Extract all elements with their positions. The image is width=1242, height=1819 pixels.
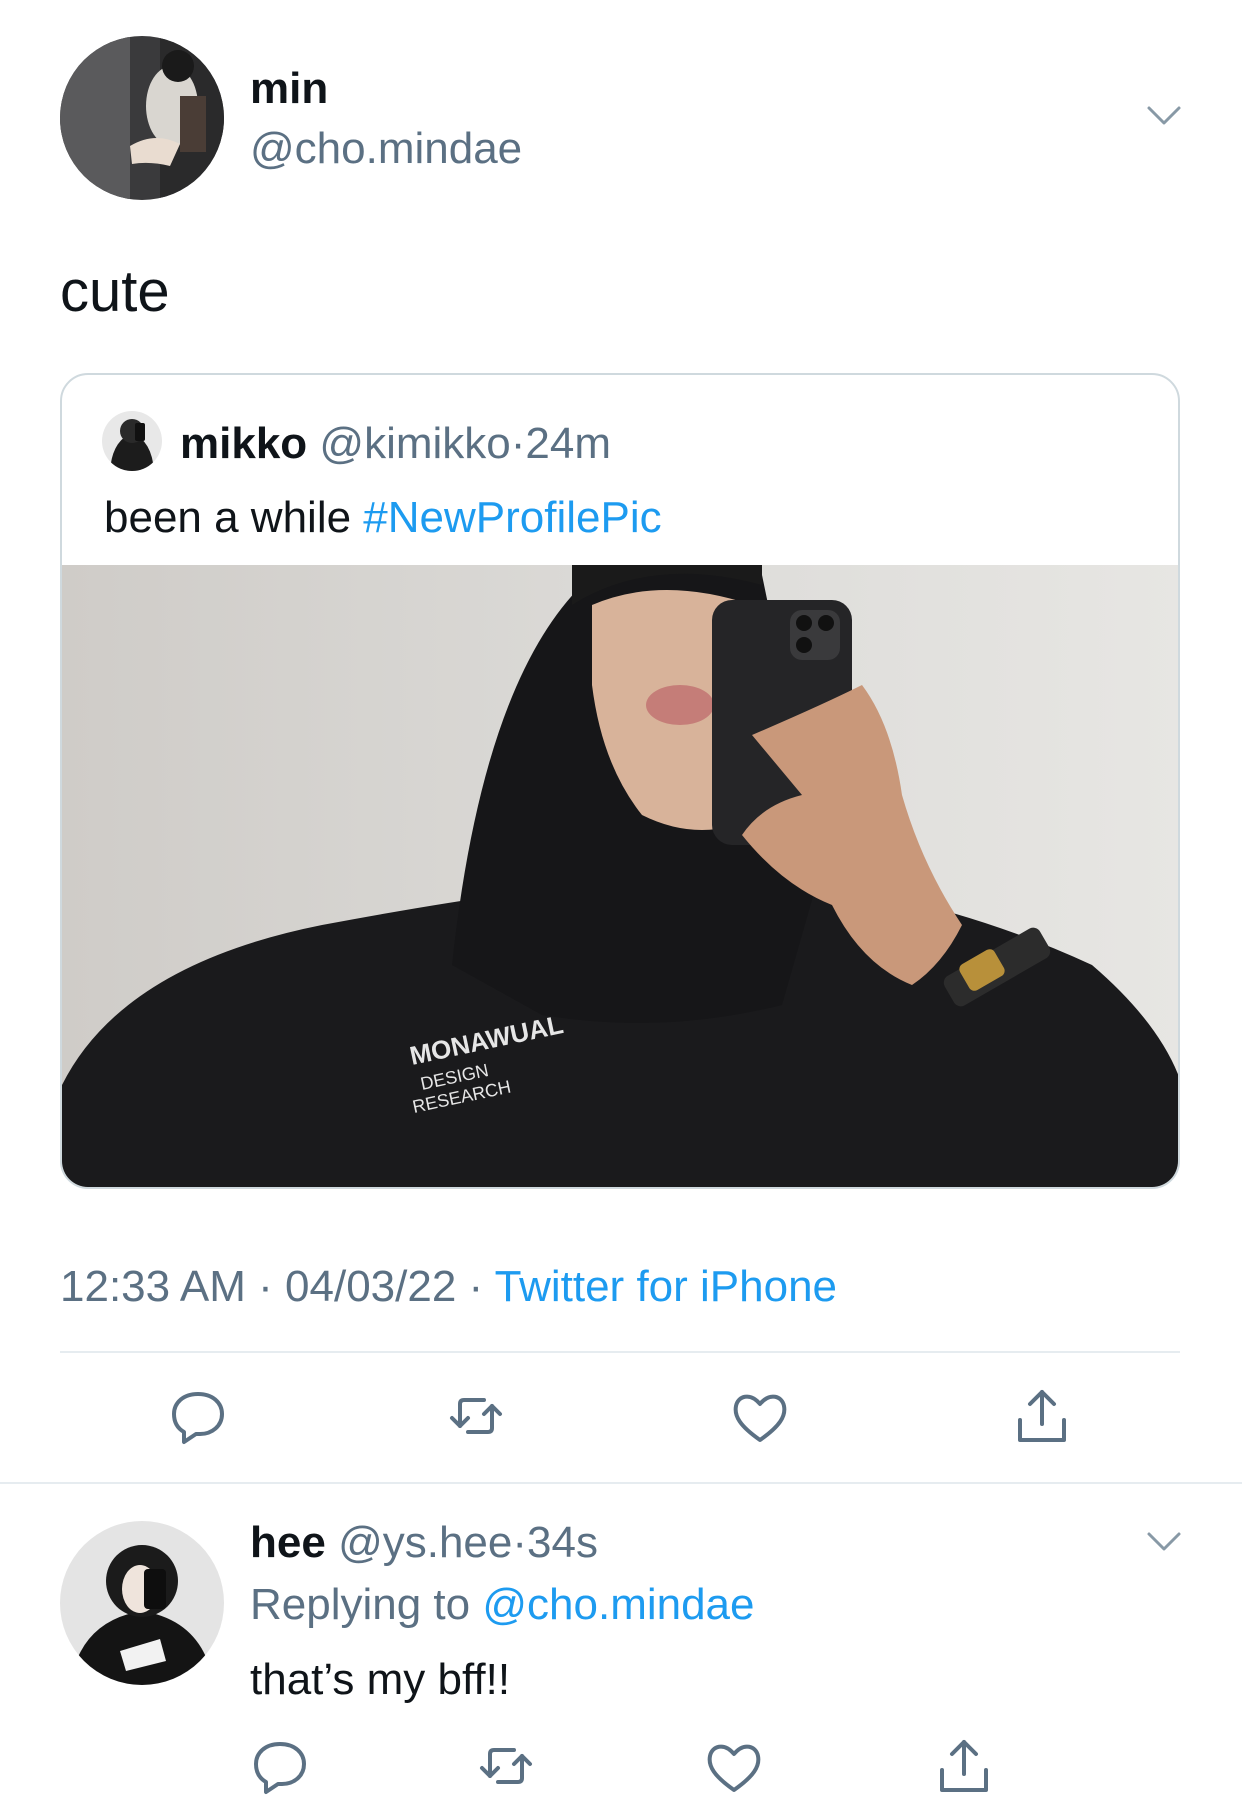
- reply-age: 34s: [527, 1518, 598, 1567]
- quoted-tweet-text: been a while #NewProfilePic: [104, 493, 662, 543]
- reply-text: that’s my bff!!: [250, 1655, 511, 1704]
- reply-author-name[interactable]: hee: [250, 1518, 326, 1567]
- quoted-tweet-photo[interactable]: MONAWUAL DESIGN RESEARCH: [62, 565, 1178, 1187]
- share-icon[interactable]: [1012, 1386, 1072, 1446]
- retweet-icon[interactable]: [446, 1386, 506, 1446]
- hashtag-link[interactable]: #NewProfilePic: [363, 493, 661, 542]
- chevron-down-icon[interactable]: [1146, 1530, 1182, 1554]
- reply-icon[interactable]: [168, 1386, 228, 1446]
- reply-header: hee @ys.hee·34s: [250, 1518, 598, 1568]
- author-avatar[interactable]: [60, 36, 224, 200]
- quoted-tweet-card[interactable]: mikko @kimikko·24m been a while #NewProf…: [60, 373, 1180, 1189]
- reply-icon[interactable]: [250, 1736, 310, 1796]
- quoted-tweet-header: mikko @kimikko·24m: [180, 419, 611, 469]
- tweet-source-link[interactable]: Twitter for iPhone: [495, 1262, 837, 1311]
- retweet-icon[interactable]: [476, 1736, 536, 1796]
- replying-to-link[interactable]: @cho.mindae: [482, 1580, 754, 1629]
- replying-prefix: Replying to: [250, 1580, 483, 1629]
- like-icon[interactable]: [704, 1736, 764, 1796]
- chevron-down-icon[interactable]: [1146, 104, 1182, 128]
- tweet-time: 12:33 AM: [60, 1262, 246, 1311]
- replying-to: Replying to @cho.mindae: [250, 1580, 755, 1630]
- tweet-text: cute: [60, 259, 170, 324]
- quoted-tweet-age: 24m: [525, 419, 611, 468]
- like-icon[interactable]: [730, 1386, 790, 1446]
- divider: [60, 1351, 1180, 1353]
- quoted-author-name[interactable]: mikko: [180, 419, 307, 468]
- author-name[interactable]: min: [250, 64, 328, 114]
- author-handle[interactable]: @cho.mindae: [250, 124, 522, 174]
- reply-author-avatar[interactable]: [60, 1521, 224, 1685]
- tweet-date: 04/03/22: [285, 1262, 457, 1311]
- separator-dot: ·: [512, 1518, 528, 1567]
- quoted-author-handle[interactable]: @kimikko: [319, 419, 510, 468]
- quoted-author-avatar: [102, 411, 162, 471]
- divider: [0, 1482, 1242, 1484]
- separator-dot: ·: [258, 1262, 273, 1311]
- quoted-tweet-body: been a while: [104, 493, 364, 542]
- separator-dot: ·: [468, 1262, 484, 1311]
- reply-author-handle[interactable]: @ys.hee: [338, 1518, 512, 1567]
- share-icon[interactable]: [934, 1736, 994, 1796]
- separator-dot: ·: [510, 419, 526, 468]
- tweet-meta: 12:33 AM · 04/03/22 · Twitter for iPhone: [60, 1262, 837, 1312]
